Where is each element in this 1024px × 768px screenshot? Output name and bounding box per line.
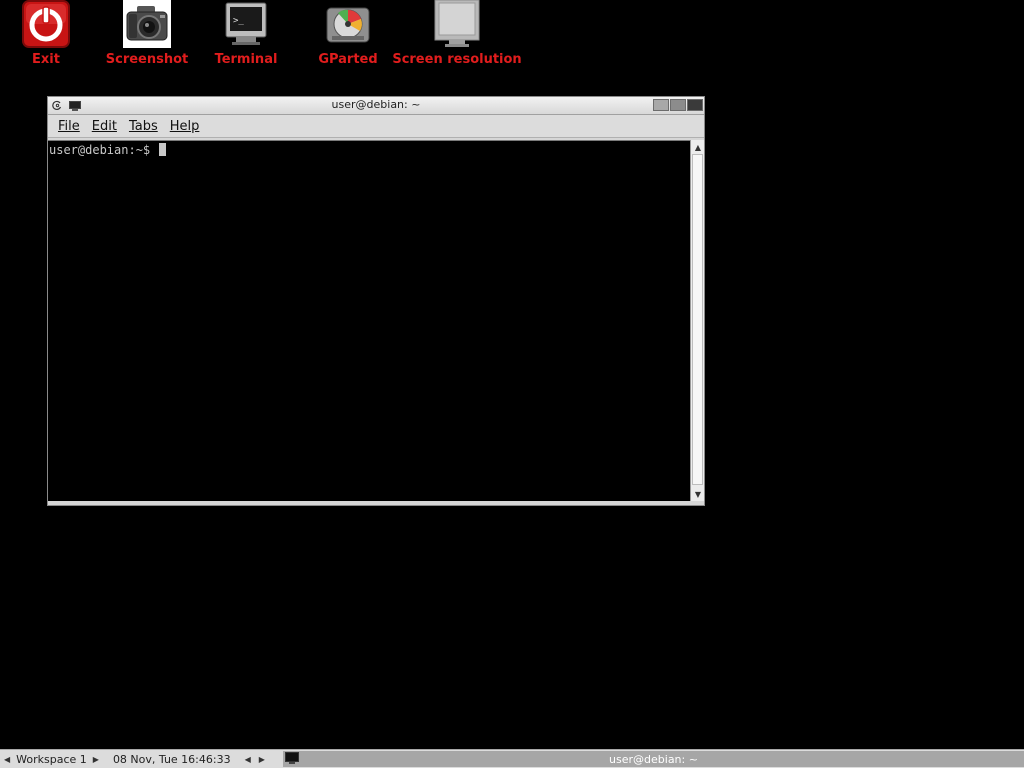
debian-swirl-icon[interactable] bbox=[52, 100, 63, 111]
workspace-next-arrow-icon[interactable]: ▶ bbox=[89, 755, 103, 764]
scroll-down-arrow-icon[interactable]: ▼ bbox=[692, 488, 704, 500]
svg-text:>_: >_ bbox=[233, 16, 244, 26]
terminal-icon: >_ bbox=[225, 2, 267, 45]
text-cursor bbox=[159, 143, 167, 156]
vertical-scrollbar[interactable]: ▲ ▼ bbox=[690, 140, 704, 501]
workspace-prev-arrow-icon[interactable]: ◀ bbox=[0, 755, 14, 764]
menu-tabs[interactable]: Tabs bbox=[123, 119, 164, 134]
desktop-icon-screenshot[interactable]: Screenshot bbox=[106, 0, 188, 67]
terminal-output[interactable]: user@debian:~$ bbox=[48, 140, 690, 501]
task-prev-arrow-icon[interactable]: ◀ bbox=[241, 755, 255, 764]
menu-file-label: File bbox=[58, 118, 80, 134]
desktop-icon-terminal[interactable]: >_ Terminal bbox=[214, 0, 278, 67]
desktop-icon-exit[interactable]: Exit bbox=[21, 0, 71, 67]
desktop: Exit Screenshot >_ Terminal GParted Scre… bbox=[0, 0, 1024, 768]
taskbar-window-button[interactable]: user@debian: ~ bbox=[283, 751, 1024, 767]
maximize-button[interactable] bbox=[670, 99, 686, 111]
taskbar: ◀ Workspace 1 ▶ 08 Nov, Tue 16:46:33 ◀ ▶… bbox=[0, 749, 1024, 768]
menu-file[interactable]: File bbox=[52, 119, 86, 134]
menu-help-label: Help bbox=[169, 118, 200, 134]
shell-prompt: user@debian:~$ bbox=[49, 143, 158, 157]
desktop-icon-screen-resolution[interactable]: Screen resolution bbox=[392, 0, 522, 67]
menu-help[interactable]: Help bbox=[164, 119, 206, 134]
window-titlebar[interactable]: user@debian: ~ bbox=[48, 97, 704, 115]
desktop-icon-label: GParted bbox=[318, 52, 378, 67]
monitor-icon bbox=[434, 0, 480, 47]
workspace-label[interactable]: Workspace 1 bbox=[14, 753, 89, 766]
desktop-icon-label: Screen resolution bbox=[392, 52, 522, 67]
desktop-icon-label: Terminal bbox=[214, 52, 278, 67]
power-icon bbox=[22, 0, 70, 48]
scroll-up-arrow-icon[interactable]: ▲ bbox=[692, 141, 704, 153]
disk-icon bbox=[326, 7, 370, 43]
taskbar-window-title: user@debian: ~ bbox=[609, 752, 698, 766]
close-button[interactable] bbox=[687, 99, 703, 111]
menu-tabs-label: Tabs bbox=[128, 118, 158, 134]
clock: 08 Nov, Tue 16:46:33 bbox=[112, 752, 231, 766]
terminal-small-icon bbox=[285, 752, 299, 764]
menu-bar: File Edit Tabs Help bbox=[48, 115, 704, 138]
camera-icon bbox=[123, 0, 171, 48]
desktop-icon-gparted[interactable]: GParted bbox=[316, 0, 380, 67]
desktop-icon-label: Screenshot bbox=[105, 52, 189, 67]
menu-edit-label: Edit bbox=[91, 118, 117, 134]
desktop-icon-label: Exit bbox=[32, 52, 60, 67]
menu-edit[interactable]: Edit bbox=[86, 119, 123, 134]
task-next-arrow-icon[interactable]: ▶ bbox=[255, 755, 269, 764]
minimize-button[interactable] bbox=[653, 99, 669, 111]
window-title: user@debian: ~ bbox=[331, 98, 421, 111]
scrollbar-thumb[interactable] bbox=[692, 154, 703, 485]
terminal-window[interactable]: user@debian: ~ File Edit Tabs Help user@… bbox=[47, 96, 705, 506]
terminal-small-icon bbox=[69, 100, 81, 111]
